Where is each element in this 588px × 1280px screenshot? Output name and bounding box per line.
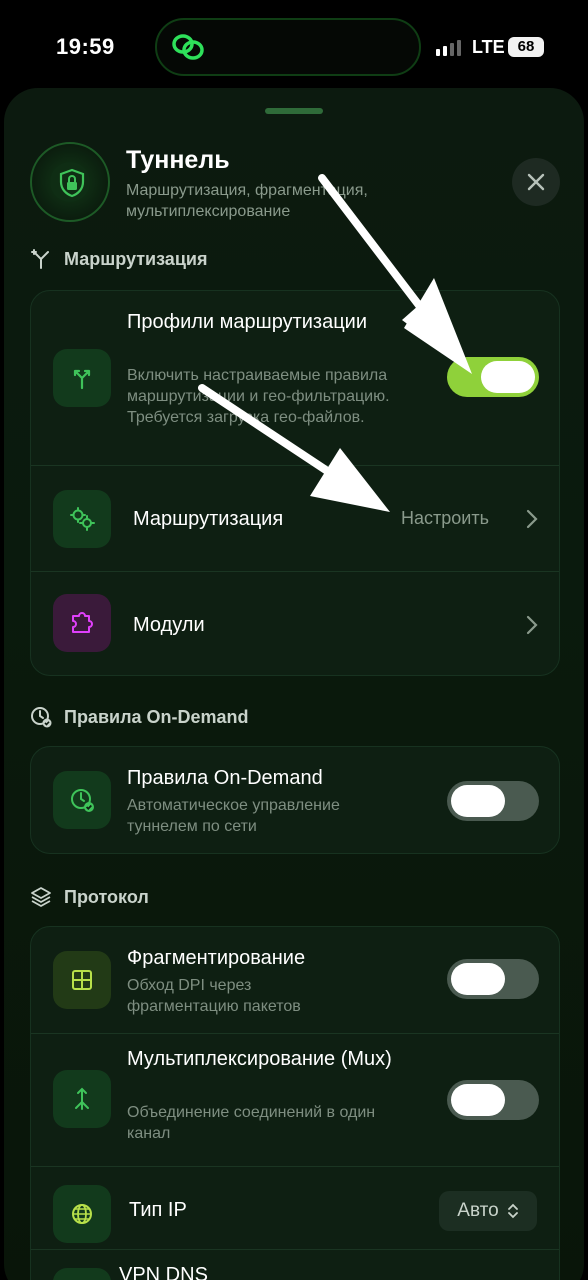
section-protocol-label: Протокол: [64, 886, 149, 907]
clock-check-icon: [31, 707, 52, 728]
section-routing-header: Маршрутизация: [30, 248, 207, 270]
ip-type-select[interactable]: Авто: [439, 1191, 537, 1231]
ip-type-title: Тип IP: [129, 1199, 187, 1221]
gears-icon: [70, 507, 95, 531]
routing-profiles-toggle[interactable]: [447, 357, 539, 397]
fragmentation-toggle[interactable]: [447, 959, 539, 999]
network-type: LTE: [472, 37, 505, 57]
mux-icon-box: [53, 1070, 111, 1128]
layers-icon: [31, 887, 51, 907]
section-protocol-header: Протокол: [30, 886, 149, 908]
page-subtitle: Маршрутизация, фрагментация, мультиплекс…: [126, 182, 368, 220]
battery-icon: 68: [508, 37, 544, 57]
mux-title: Мультиплексирование (Mux): [127, 1048, 392, 1070]
section-on-demand-header: Правила On-Demand: [30, 706, 249, 728]
mux-description: Объединение соединений в один канал: [127, 1104, 376, 1142]
modules-title: Модули: [133, 614, 205, 636]
tunnel-header-icon: [30, 142, 110, 222]
section-routing-label: Маршрутизация: [64, 248, 208, 269]
dynamic-island: [155, 18, 421, 76]
on-demand-description: Автоматическое управление туннелем по се…: [127, 797, 340, 835]
vpn-dns-row[interactable]: VPN DNS: [31, 1250, 559, 1280]
close-icon: [527, 173, 545, 191]
puzzle-icon: [72, 612, 93, 633]
routing-icon-box: [53, 490, 111, 548]
sheet-grabber[interactable]: [265, 108, 323, 114]
on-demand-title: Правила On-Demand: [127, 767, 323, 789]
chevron-up-down-icon: [507, 1203, 518, 1219]
on-demand-row: Правила On-Demand Автоматическое управле…: [31, 747, 559, 853]
grid-icon: [72, 970, 92, 990]
ip-type-icon-box: [53, 1185, 111, 1243]
on-demand-card: Правила On-Demand Автоматическое управле…: [30, 746, 560, 854]
fragmentation-icon-box: [53, 951, 111, 1009]
mux-toggle[interactable]: [447, 1080, 539, 1120]
close-button[interactable]: [512, 158, 560, 206]
ip-type-value: Авто: [457, 1200, 499, 1221]
ip-type-row: Тип IP Авто: [31, 1167, 559, 1249]
vpn-dns-title: VPN DNS: [119, 1264, 208, 1280]
routing-profiles-icon-box: [53, 349, 111, 407]
vpn-dns-icon-box: [53, 1268, 111, 1280]
on-demand-toggle[interactable]: [447, 781, 539, 821]
routing-profiles-row: Профили маршрутизации Включить настраива…: [31, 291, 559, 465]
branch-icon: [73, 369, 91, 390]
clock-check-icon: [71, 789, 94, 812]
modules-icon-box: [53, 594, 111, 652]
chevron-right-icon: [526, 615, 538, 635]
routing-row[interactable]: Маршрутизация Настроить: [31, 466, 559, 571]
app-link-icon: [172, 34, 204, 60]
status-bar: 19:59 LTE 68: [0, 0, 588, 90]
fragmentation-description: Обход DPI через фрагментацию пакетов: [127, 977, 301, 1015]
fragmentation-row: Фрагментирование Обход DPI через фрагмен…: [31, 927, 559, 1033]
branch-icon: [31, 249, 49, 269]
status-time: 19:59: [56, 34, 115, 59]
tunnel-settings-sheet: Туннель Маршрутизация, фрагментация, мул…: [4, 88, 584, 1280]
modules-row[interactable]: Модули: [31, 572, 559, 675]
on-demand-icon-box: [53, 771, 111, 829]
mux-row: Мультиплексирование (Mux) Объединение со…: [31, 1034, 559, 1166]
routing-title: Маршрутизация: [133, 508, 284, 530]
merge-arrow-icon: [75, 1087, 89, 1110]
fragmentation-title: Фрагментирование: [127, 947, 306, 969]
signal-icon: [436, 40, 461, 56]
protocol-card: Фрагментирование Обход DPI через фрагмен…: [30, 926, 560, 1280]
shield-lock-icon: [59, 168, 85, 198]
routing-card: Профили маршрутизации Включить настраива…: [30, 290, 560, 676]
section-on-demand-label: Правила On-Demand: [64, 706, 249, 727]
routing-profiles-description: Включить настраиваемые правила маршрутиз…: [127, 367, 390, 426]
chevron-right-icon: [526, 509, 538, 529]
routing-value: Настроить: [401, 508, 489, 528]
page-title: Туннель: [126, 146, 230, 174]
routing-profiles-title: Профили маршрутизации: [127, 311, 368, 333]
globe-icon: [72, 1204, 92, 1224]
